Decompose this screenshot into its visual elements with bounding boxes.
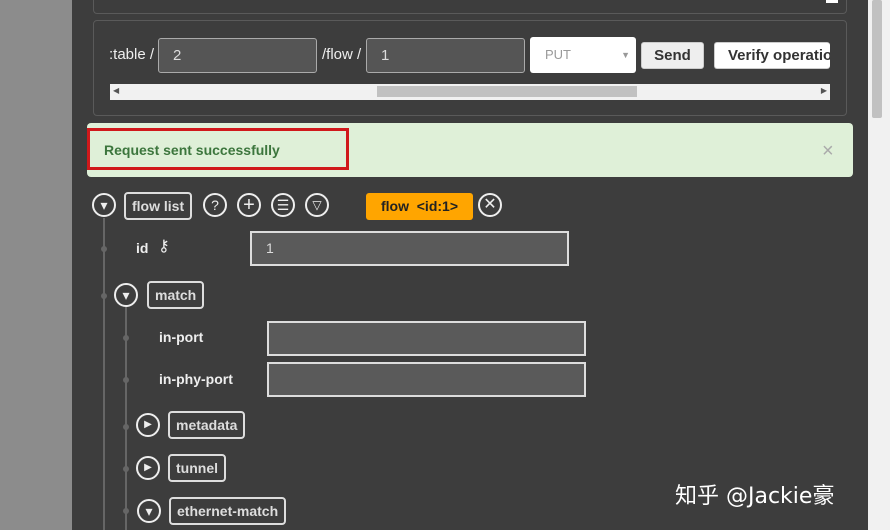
- id-label: id: [136, 240, 149, 256]
- flow-input[interactable]: 1: [366, 38, 525, 73]
- alert-message: Request sent successfully: [104, 142, 280, 158]
- in-port-label: in-port: [159, 329, 204, 345]
- top-indicator: [826, 0, 838, 3]
- in-phy-port-input[interactable]: [267, 362, 586, 397]
- scrollbar-thumb[interactable]: [872, 0, 882, 118]
- key-icon: ⚷: [158, 238, 170, 255]
- tree-node-dot: [101, 246, 107, 252]
- method-select[interactable]: PUT ▼: [530, 37, 636, 73]
- scroll-right-icon[interactable]: ▶: [821, 86, 827, 95]
- table-input[interactable]: 2: [158, 38, 317, 73]
- tunnel-button[interactable]: tunnel: [168, 454, 226, 482]
- top-section: [93, 0, 847, 14]
- tree-node-dot: [123, 424, 129, 430]
- collapse-icon[interactable]: ▾: [114, 283, 138, 307]
- id-input[interactable]: 1: [250, 231, 569, 266]
- chevron-down-icon: ▼: [621, 50, 630, 60]
- metadata-button[interactable]: metadata: [168, 411, 246, 439]
- tree-node-dot: [101, 293, 107, 299]
- flow-label: /flow /: [322, 46, 362, 63]
- remove-icon[interactable]: ✕: [478, 193, 502, 217]
- ethernet-match-button[interactable]: ethernet-match: [169, 497, 287, 525]
- method-value: PUT: [545, 47, 571, 62]
- tree-node-dot: [123, 335, 129, 341]
- help-icon[interactable]: ?: [203, 193, 227, 217]
- expand-icon[interactable]: ▶: [136, 456, 160, 480]
- collapse-icon[interactable]: ▾: [92, 193, 116, 217]
- send-button[interactable]: Send: [641, 42, 704, 69]
- verify-operation-button[interactable]: Verify operatio: [714, 42, 830, 69]
- tree-line: [103, 218, 105, 530]
- in-port-input[interactable]: [267, 321, 586, 356]
- horizontal-scrollbar-thumb[interactable]: [377, 86, 637, 97]
- tree-node-dot: [123, 466, 129, 472]
- list-icon[interactable]: ☰: [271, 193, 295, 217]
- table-label: :table /: [109, 46, 155, 63]
- in-phy-port-label: in-phy-port: [159, 371, 233, 387]
- collapse-icon[interactable]: ▾: [137, 499, 161, 523]
- watermark: 知乎 @Jackie豪: [675, 484, 835, 509]
- tree-node-dot: [123, 377, 129, 383]
- add-icon[interactable]: +: [237, 193, 261, 217]
- flow-id-badge[interactable]: flow <id:1>: [366, 193, 473, 220]
- filter-icon[interactable]: ▽: [305, 193, 329, 217]
- horizontal-scrollbar[interactable]: ◀ ▶: [110, 84, 830, 100]
- flow-list-button[interactable]: flow list: [124, 192, 193, 220]
- tree-node-dot: [123, 508, 129, 514]
- expand-icon[interactable]: ▶: [136, 413, 160, 437]
- match-button[interactable]: match: [147, 281, 205, 309]
- close-alert-icon[interactable]: ×: [822, 140, 834, 163]
- scroll-left-icon[interactable]: ◀: [113, 86, 119, 95]
